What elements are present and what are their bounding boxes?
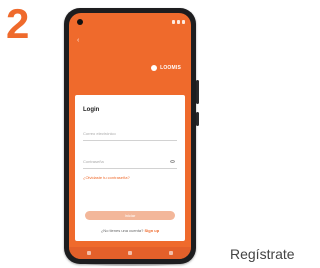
navigation-bar (69, 247, 191, 259)
phone-mockup: ‹ LOOMIS Login Correo electrónico Contra… (64, 8, 196, 264)
battery-icon (182, 20, 185, 24)
nav-home-icon[interactable] (127, 251, 132, 255)
login-button[interactable]: Iniciar (85, 211, 175, 220)
step-caption: Regístrate (230, 246, 295, 262)
phone-screen: ‹ LOOMIS Login Correo electrónico Contra… (69, 13, 191, 259)
back-arrow-icon[interactable]: ‹ (77, 37, 79, 45)
phone-volume-key (196, 112, 199, 126)
email-placeholder: Correo electrónico (83, 131, 116, 136)
login-title: Login (83, 107, 100, 113)
brand-mark-icon (151, 65, 158, 71)
status-bar (172, 18, 185, 26)
nav-back-icon[interactable] (87, 251, 92, 255)
signup-prompt: ¿No tienes una cuenta? (100, 228, 144, 233)
step-number: 2 (6, 0, 30, 47)
forgot-password-link[interactable]: ¿Olvidaste tu contraseña? (83, 175, 130, 180)
email-field[interactable]: Correo electrónico (83, 129, 177, 141)
signup-link[interactable]: Sign up (144, 228, 159, 233)
signup-line: ¿No tienes una cuenta? Sign up (75, 228, 185, 233)
password-field[interactable]: Contraseña (83, 157, 177, 169)
login-card: Login Correo electrónico Contraseña ¿Olv… (75, 95, 185, 241)
phone-power-key (196, 80, 199, 104)
signal-icon (177, 20, 180, 24)
brand-name: LOOMIS (160, 65, 181, 71)
password-placeholder: Contraseña (83, 159, 104, 164)
nav-recents-icon[interactable] (168, 251, 173, 255)
camera-icon (77, 19, 83, 25)
eye-icon[interactable] (170, 160, 175, 163)
wifi-icon (172, 20, 175, 24)
brand-logo: LOOMIS (151, 65, 181, 71)
